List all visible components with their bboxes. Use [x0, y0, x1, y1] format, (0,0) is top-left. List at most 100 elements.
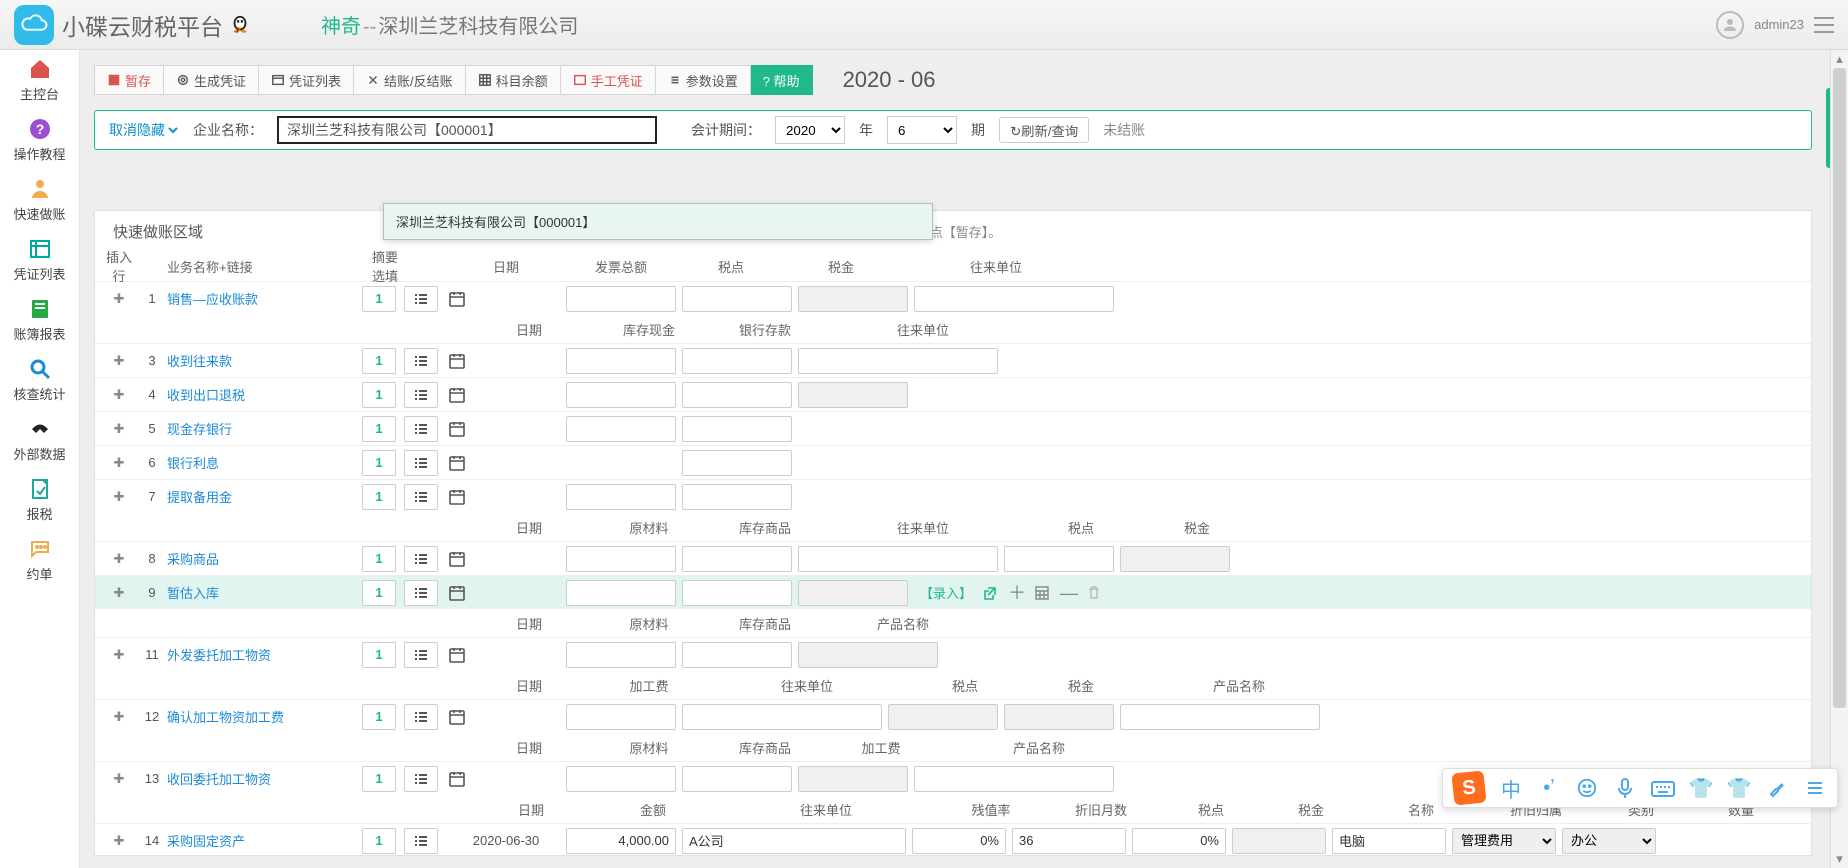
calculator-icon[interactable] [1034, 585, 1050, 601]
list-icon[interactable] [404, 348, 438, 374]
main: 暂存 生成凭证 凭证列表 结账/反结账 科目余额 手工凭证 参数设置 ? 帮助 … [80, 50, 1826, 868]
invoice-input[interactable] [566, 286, 676, 312]
year-select[interactable]: 2020 [775, 116, 845, 144]
user-avatar[interactable] [1716, 11, 1744, 39]
biz-link[interactable]: 收到往来款 [167, 351, 362, 370]
ime-tshirt-icon[interactable]: 👕 [1727, 776, 1751, 800]
app-name: 小碟云财税平台 [62, 8, 223, 42]
nav-quick-account[interactable]: 快速做账 [0, 170, 79, 230]
window-scrollbar[interactable]: ▴▾ [1830, 50, 1848, 868]
month-select[interactable]: 6 [887, 116, 957, 144]
enterprise-combo[interactable]: 深圳兰芝科技有限公司【000001】 [277, 116, 657, 144]
trash-icon[interactable] [1086, 585, 1102, 601]
enterprise-dropdown[interactable]: 深圳兰芝科技有限公司【000001】 [383, 203, 933, 240]
table-row: ✚11 外发委托加工物资 1 [95, 637, 1811, 671]
left-nav: 主控台 ?操作教程 快速做账 凭证列表 账簿报表 核查统计 外部数据 报税 约单 [0, 50, 80, 868]
svg-text:?: ? [35, 121, 44, 137]
qq-icon[interactable] [229, 14, 251, 36]
table-row: ✚4 收到出口退税 1 [95, 377, 1811, 411]
nav-dashboard[interactable]: 主控台 [0, 50, 79, 110]
nav-audit[interactable]: 核查统计 [0, 350, 79, 410]
type-select[interactable]: 办公 [1562, 828, 1656, 854]
biz-link[interactable]: 外发委托加工物资 [167, 645, 362, 664]
sub-header: 日期 加工费 往来单位 税点 税金 产品名称 [95, 671, 1811, 699]
amount-input[interactable] [566, 828, 676, 854]
table-row: ✚5 现金存银行 1 [95, 411, 1811, 445]
btn-voucher-list[interactable]: 凭证列表 [259, 65, 354, 95]
sub-header: 日期 库存现金 银行存款 往来单位 [95, 315, 1811, 343]
biz-link[interactable]: 银行利息 [167, 453, 362, 472]
nav-external[interactable]: 外部数据 [0, 410, 79, 470]
calendar-icon[interactable] [446, 288, 468, 310]
minus-icon[interactable]: — [1060, 585, 1076, 601]
ime-toolbar[interactable]: S 中 •ʼ 👕 👕 [1442, 768, 1838, 808]
panel-area-title: 快速做账区域 [113, 221, 203, 242]
btn-save-draft[interactable]: 暂存 [94, 65, 164, 95]
depbelong-select[interactable]: 管理费用 [1452, 828, 1556, 854]
ime-menu-icon[interactable] [1803, 776, 1827, 800]
btn-subject-balance[interactable]: 科目余额 [466, 65, 561, 95]
btn-params[interactable]: 参数设置 [656, 65, 751, 95]
biz-link[interactable]: 销售—应收账款 [167, 289, 362, 308]
table-row: ✚ 1 销售—应收账款 1 [95, 281, 1811, 315]
filter-bar: 取消隐藏 企业名称： 深圳兰芝科技有限公司【000001】 会计期间： 2020… [94, 110, 1812, 150]
depm-input[interactable] [1012, 828, 1126, 854]
insert-row-icon[interactable]: ✚ [101, 353, 137, 369]
btn-generate-voucher[interactable]: 生成凭证 [164, 65, 259, 95]
app-logo [14, 5, 54, 45]
ime-emoji-icon[interactable] [1575, 776, 1599, 800]
biz-link[interactable]: 确认加工物资加工费 [167, 707, 362, 726]
taxrate-input[interactable] [1132, 828, 1226, 854]
refresh-button[interactable]: ↻刷新/查询 [999, 117, 1089, 143]
ime-mic-icon[interactable] [1613, 776, 1637, 800]
count-box[interactable]: 1 [362, 286, 396, 312]
quick-account-panel: 快速做账区域 小贴士： ①【操作教程】目录，看一遍轻松上手。 ②填百岁金额。 ③… [94, 210, 1812, 856]
biz-link[interactable]: 收到出口退税 [167, 385, 362, 404]
ime-tool-icon[interactable] [1765, 776, 1789, 800]
add-icon[interactable]: ＋ [1008, 585, 1024, 601]
company-title: 神奇--深圳兰芝科技有限公司 [321, 10, 578, 39]
tax-input [798, 286, 908, 312]
btn-closing[interactable]: 结账/反结账 [354, 65, 466, 95]
table-row: ✚3 收到往来款 1 [95, 343, 1811, 377]
sogou-logo-icon[interactable]: S [1451, 770, 1486, 805]
taxrate-input[interactable] [682, 286, 792, 312]
nav-order[interactable]: 约单 [0, 530, 79, 590]
hamburger-icon[interactable] [1814, 17, 1834, 33]
ime-keyboard-icon[interactable] [1651, 776, 1675, 800]
nav-ledger-report[interactable]: 账簿报表 [0, 290, 79, 350]
nav-voucher-list[interactable]: 凭证列表 [0, 230, 79, 290]
table-row: ✚14 采购固定资产 1 2020-06-30 管理费用 办公 [95, 823, 1811, 856]
party-input[interactable] [682, 828, 906, 854]
btn-help[interactable]: ? 帮助 [751, 65, 813, 95]
biz-link[interactable]: 现金存银行 [167, 419, 362, 438]
calendar-icon[interactable] [446, 350, 468, 372]
table-row: ✚8 采购商品 1 [95, 541, 1811, 575]
residual-input[interactable] [912, 828, 1006, 854]
toggle-hide-link[interactable]: 取消隐藏 [109, 120, 179, 140]
insert-row-icon[interactable]: ✚ [101, 291, 137, 307]
enterprise-option[interactable]: 深圳兰芝科技有限公司【000001】 [384, 204, 932, 239]
biz-link[interactable]: 暂估入库 [167, 583, 362, 602]
share-icon[interactable] [982, 585, 998, 601]
btn-manual-voucher[interactable]: 手工凭证 [561, 65, 656, 95]
nav-tax[interactable]: 报税 [0, 470, 79, 530]
party-input[interactable] [914, 286, 1114, 312]
biz-link[interactable]: 收回委托加工物资 [167, 769, 362, 788]
table-row: ✚12 确认加工物资加工费 1 [95, 699, 1811, 733]
nav-tutorial[interactable]: ?操作教程 [0, 110, 79, 170]
user-name: admin23 [1754, 17, 1804, 32]
biz-link[interactable]: 采购商品 [167, 549, 362, 568]
ime-punct-icon[interactable]: •ʼ [1537, 776, 1561, 800]
topbar: 小碟云财税平台 神奇--深圳兰芝科技有限公司 admin23 [0, 0, 1848, 50]
ename-input[interactable] [1332, 828, 1446, 854]
ime-lang-toggle[interactable]: 中 [1499, 776, 1523, 800]
toolbar: 暂存 生成凭证 凭证列表 结账/反结账 科目余额 手工凭证 参数设置 ? 帮助 … [80, 60, 1826, 100]
enter-link[interactable]: 【录入】 [920, 583, 972, 602]
biz-link[interactable]: 采购固定资产 [167, 831, 362, 850]
list-icon[interactable] [404, 286, 438, 312]
period-display: 2020 - 06 [843, 67, 936, 93]
table-row: ✚6 银行利息 1 [95, 445, 1811, 479]
biz-link[interactable]: 提取备用金 [167, 487, 362, 506]
ime-skin-icon[interactable]: 👕 [1689, 776, 1713, 800]
